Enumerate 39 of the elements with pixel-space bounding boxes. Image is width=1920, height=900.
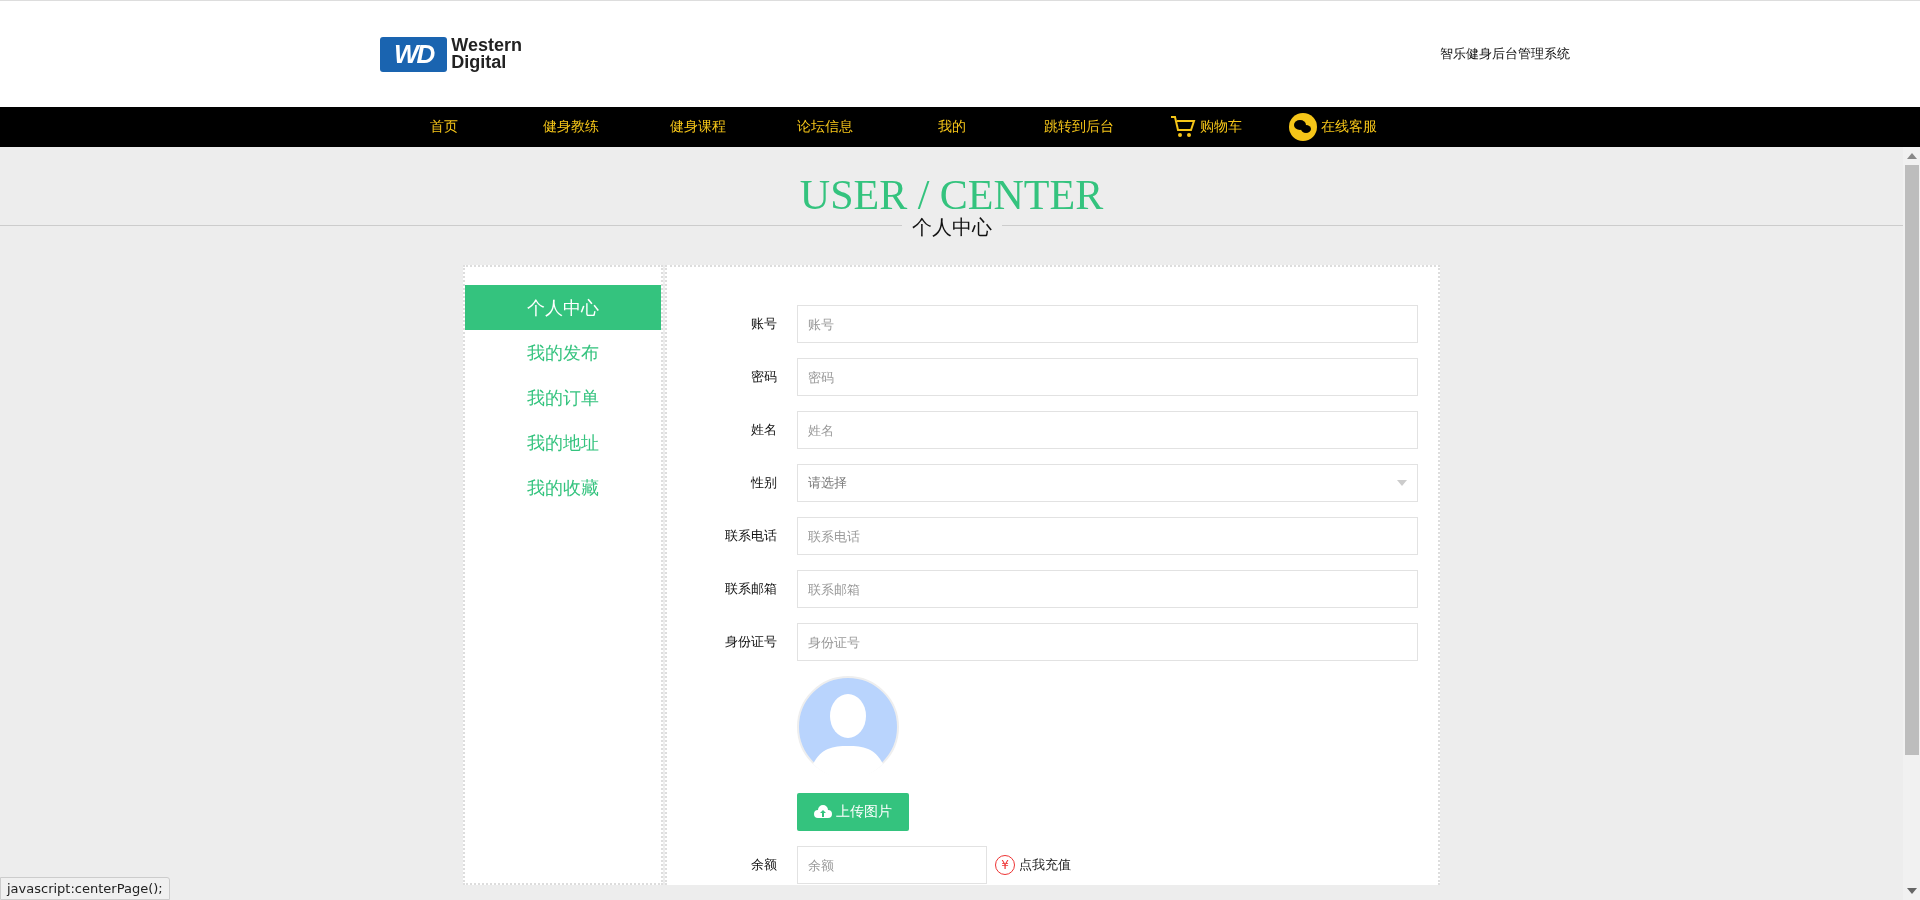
scroll-up-icon[interactable] bbox=[1906, 153, 1917, 159]
field-label: 身份证号 bbox=[724, 633, 778, 651]
recharge-link[interactable]: 点我充值 bbox=[1019, 856, 1071, 874]
nav-link[interactable]: 首页 bbox=[380, 118, 507, 136]
nav-link[interactable]: 论坛信息 bbox=[761, 118, 888, 136]
upload-icon bbox=[814, 805, 832, 819]
scrollbar-thumb[interactable] bbox=[1904, 165, 1919, 755]
logo-mark: WD bbox=[380, 36, 448, 72]
logo-text: Western bbox=[451, 37, 523, 54]
input-field[interactable]: 账号 bbox=[797, 305, 1418, 343]
input-field[interactable]: 联系邮箱 bbox=[797, 570, 1418, 608]
nav-link[interactable]: 跳转到后台 bbox=[1015, 118, 1142, 136]
field-label: 性别 bbox=[750, 474, 778, 492]
input-field[interactable]: 联系电话 bbox=[797, 517, 1418, 555]
nav-link[interactable]: 在线客服 bbox=[1269, 113, 1396, 141]
field-label: 联系电话 bbox=[724, 527, 778, 545]
scroll-down-icon[interactable] bbox=[1906, 888, 1917, 894]
chat-icon bbox=[1288, 113, 1317, 141]
nav-link[interactable]: 健身课程 bbox=[634, 118, 761, 136]
caret-icon bbox=[1397, 480, 1407, 486]
nav-link[interactable]: 购物车 bbox=[1142, 115, 1269, 139]
nav-link[interactable]: 健身教练 bbox=[507, 118, 634, 136]
scrollbar[interactable] bbox=[1903, 147, 1920, 900]
input-field[interactable]: 余额 bbox=[797, 846, 987, 884]
select-field[interactable]: 请选择 bbox=[797, 464, 1418, 502]
status-bar: javascript:centerPage(); bbox=[0, 877, 170, 900]
logo-text: Digital bbox=[451, 54, 508, 71]
field-label: 密码 bbox=[750, 368, 778, 386]
system-name: 智乐健身后台管理系统 bbox=[1440, 45, 1570, 63]
input-field[interactable]: 姓名 bbox=[797, 411, 1418, 449]
cart-icon bbox=[1169, 115, 1196, 139]
page-title: USER / CENTER bbox=[799, 173, 1104, 217]
field-label: 姓名 bbox=[750, 421, 778, 439]
input-field[interactable]: 密码 bbox=[797, 358, 1418, 396]
field-label: 余额 bbox=[750, 856, 778, 874]
field-label: 联系邮箱 bbox=[724, 580, 778, 598]
nav-link[interactable]: 我的 bbox=[888, 118, 1015, 136]
input-field[interactable]: 身份证号 bbox=[797, 623, 1418, 661]
field-label: 账号 bbox=[750, 315, 778, 333]
